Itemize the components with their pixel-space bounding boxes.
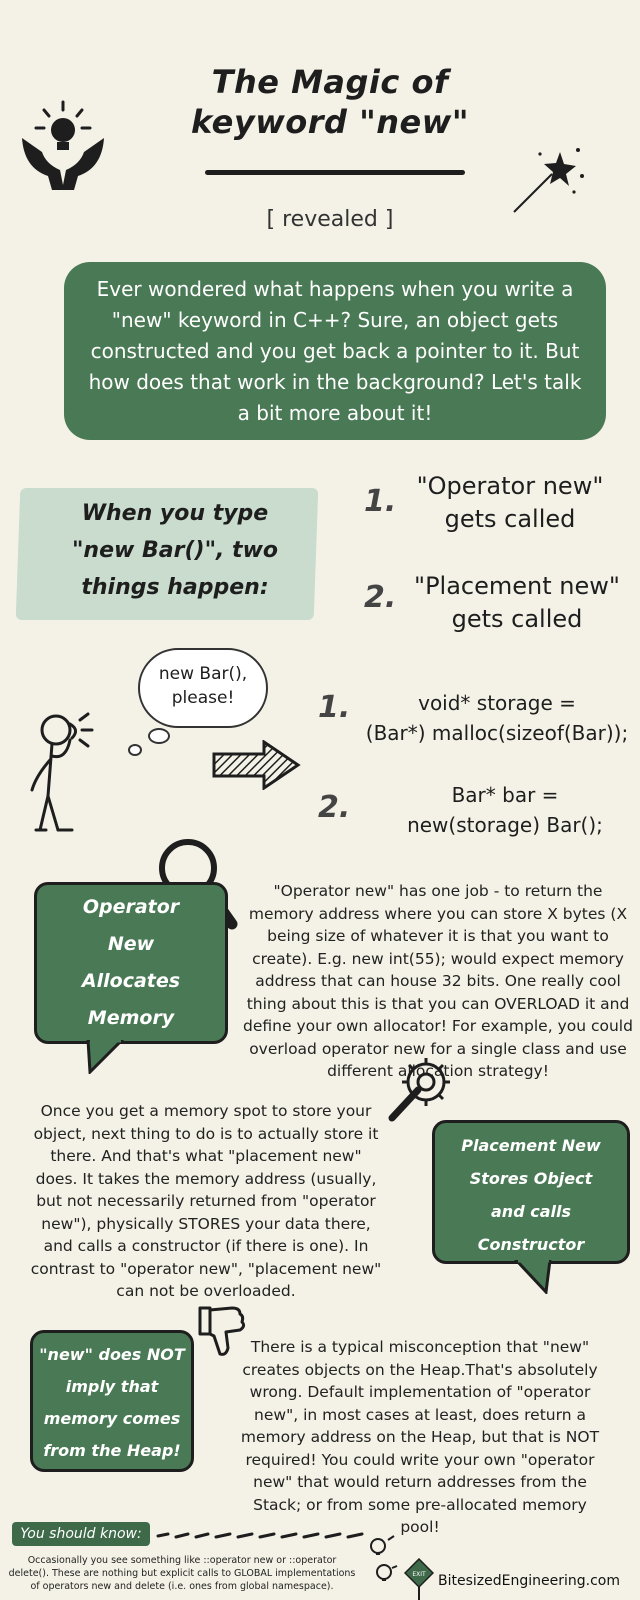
placement-text: Once you get a memory spot to store your… xyxy=(30,1102,382,1300)
code-2: Bar* bar = new(storage) Bar(); xyxy=(380,780,630,840)
title-underline xyxy=(205,170,465,175)
arrow-right-icon xyxy=(212,740,301,790)
code-2-line-2: new(storage) Bar(); xyxy=(407,813,603,837)
exit-sign-label: EXIT xyxy=(412,1571,426,1578)
bubble-line-2: please! xyxy=(171,688,235,708)
step-2-line-1: "Placement new" xyxy=(414,572,620,600)
bubble-puff xyxy=(148,728,170,744)
operator-new-card: Operator New Allocates Memory xyxy=(34,882,228,1044)
placement-new-card: Placement New Stores Object and calls Co… xyxy=(432,1120,630,1264)
operator-card-line-2: New xyxy=(107,933,155,955)
stick-figure-icon xyxy=(30,712,94,832)
step-1-line-2: gets called xyxy=(444,505,576,533)
title-line-1: The Magic of xyxy=(211,63,449,101)
heap-card-line-1: "new" does NOT xyxy=(39,1345,185,1364)
when-line-1: When you type xyxy=(81,501,269,526)
operator-text: "Operator new" has one job - to return t… xyxy=(243,882,633,1080)
exit-sign-icon: EXIT xyxy=(404,1558,434,1600)
step-number-2: 2. xyxy=(364,580,397,615)
you-should-know-text: Occasionally you see something like ::op… xyxy=(8,1555,356,1592)
code-1: void* storage = (Bar*) malloc(sizeof(Bar… xyxy=(354,688,640,748)
lightbulb-hands-icon xyxy=(22,100,104,190)
magic-wand-icon xyxy=(513,148,584,213)
code-number-2: 2. xyxy=(318,790,351,825)
code-1-line-1: void* storage = xyxy=(418,691,576,715)
bubble-line-1: new Bar(), xyxy=(158,664,248,684)
step-1-line-1: "Operator new" xyxy=(416,472,604,500)
operator-card-line-1: Operator xyxy=(82,896,180,918)
when-line-2: "new Bar()", two xyxy=(71,538,279,563)
site-url: BitesizedEngineering.com xyxy=(438,1573,620,1589)
you-should-know-label: You should know: xyxy=(12,1522,150,1546)
placement-card-line-3: and calls xyxy=(491,1202,571,1221)
card-tail xyxy=(514,1260,552,1294)
intro-box: Ever wondered what happens when you writ… xyxy=(64,262,606,440)
heap-text: There is a typical misconception that "n… xyxy=(240,1338,600,1536)
decorative-dash-line xyxy=(156,1532,364,1539)
code-2-line-1: Bar* bar = xyxy=(451,783,559,807)
subtitle: [ revealed ] xyxy=(266,207,394,232)
step-2: "Placement new" gets called xyxy=(402,570,632,636)
bubble-puff xyxy=(128,744,142,756)
lightbulbs-icon xyxy=(370,1535,398,1581)
heap-card-line-2: imply that xyxy=(65,1377,159,1396)
heap-card: "new" does NOT imply that memory comes f… xyxy=(30,1330,194,1472)
gear-wrench-icon xyxy=(388,1058,450,1122)
page-title: The Magic of keyword "new" xyxy=(140,62,520,142)
when-banner: When you type "new Bar()", two things ha… xyxy=(40,495,310,606)
step-2-line-2: gets called xyxy=(451,605,583,633)
operator-card-line-3: Allocates xyxy=(81,970,181,992)
heap-card-line-4: from the Heap! xyxy=(43,1441,181,1460)
step-number-1: 1. xyxy=(364,484,397,519)
placement-card-line-1: Placement New xyxy=(461,1136,601,1155)
card-tail xyxy=(86,1040,125,1074)
placement-card-line-2: Stores Object xyxy=(469,1169,593,1188)
thought-bubble: new Bar(), please! xyxy=(138,648,268,728)
title-line-2: keyword "new" xyxy=(191,103,469,141)
code-1-line-2: (Bar*) malloc(sizeof(Bar)); xyxy=(365,721,629,745)
operator-card-line-4: Memory xyxy=(87,1007,175,1029)
heap-card-line-3: memory comes xyxy=(43,1409,181,1428)
code-number-1: 1. xyxy=(318,690,351,725)
step-1: "Operator new" gets called xyxy=(400,470,620,536)
when-line-3: things happen: xyxy=(81,575,269,600)
placement-card-line-4: Constructor xyxy=(477,1235,585,1254)
